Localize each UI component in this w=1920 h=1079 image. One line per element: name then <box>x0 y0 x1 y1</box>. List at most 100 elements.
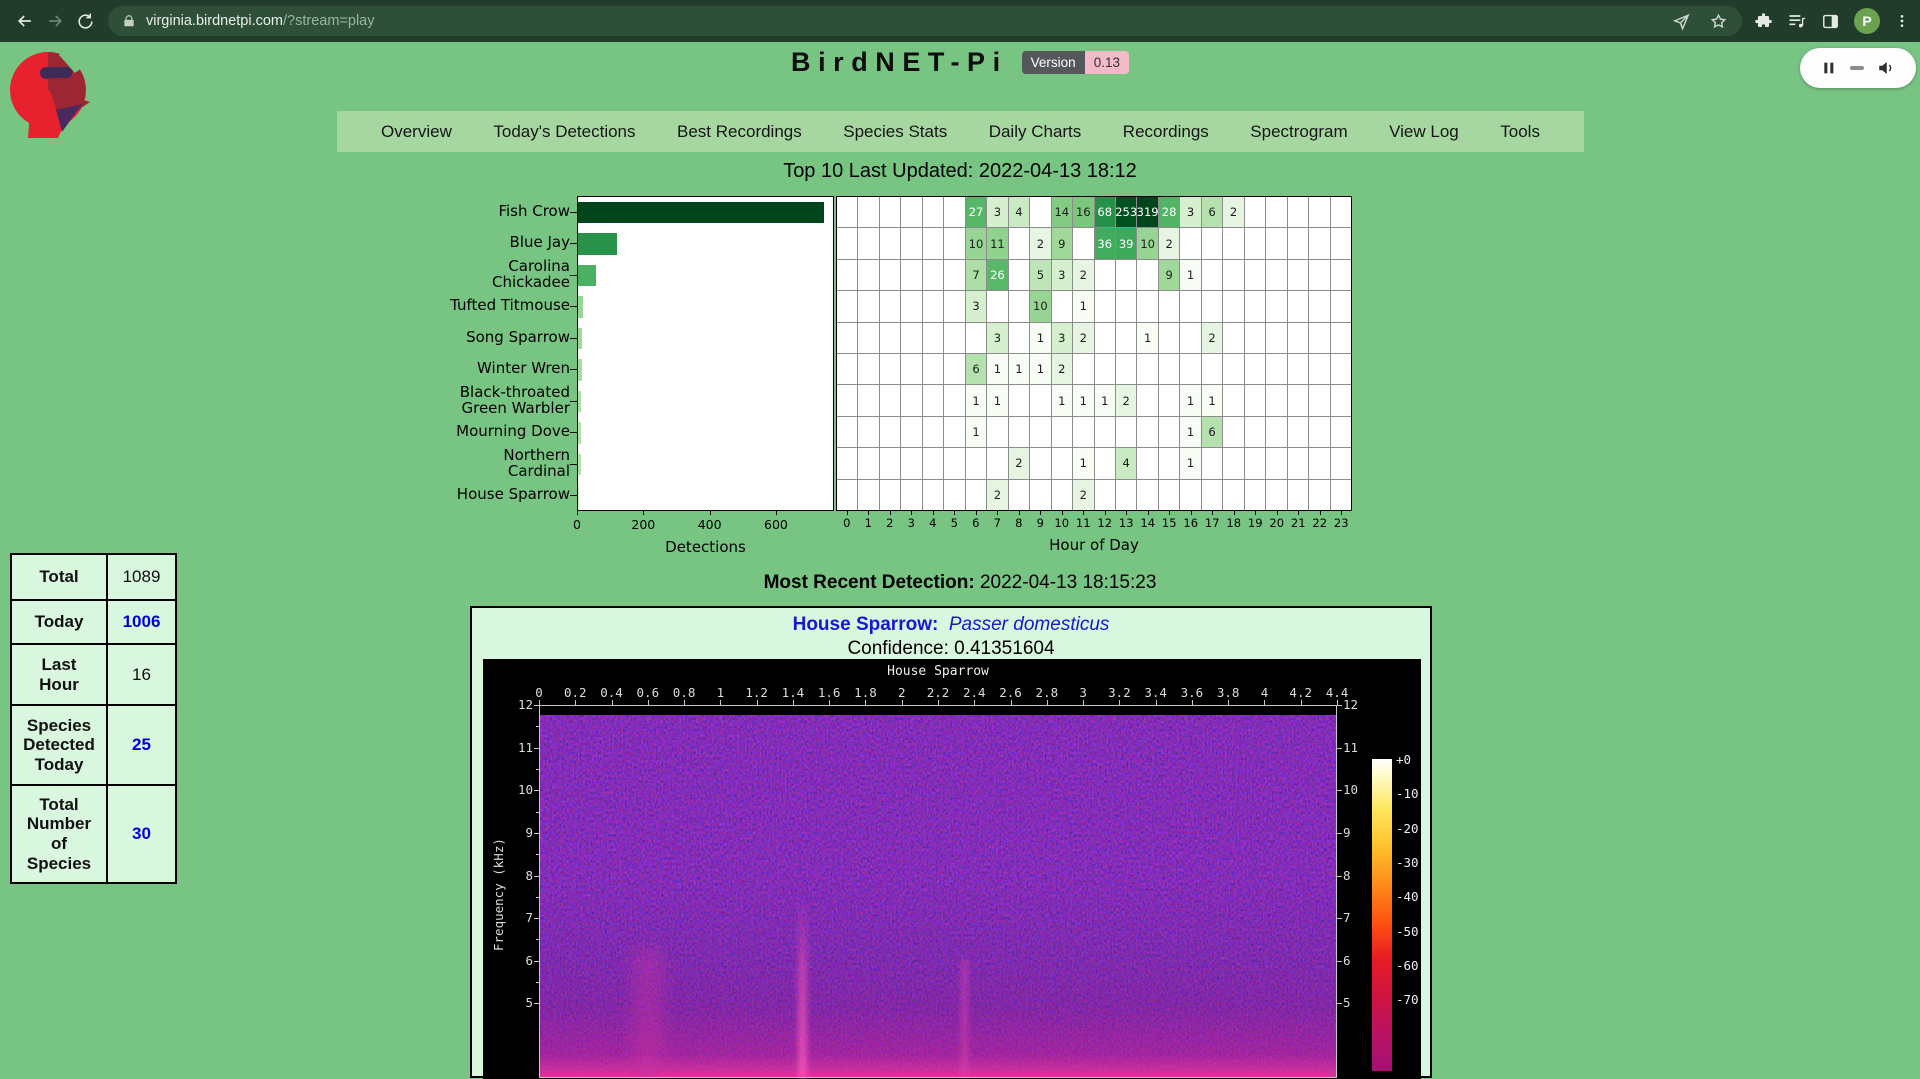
bar <box>578 422 581 444</box>
nav-item-overview[interactable]: Overview <box>381 122 452 142</box>
heatmap-cell: 10 <box>1137 228 1157 258</box>
heatmap-cell <box>1266 197 1286 227</box>
send-icon[interactable] <box>1672 12 1691 31</box>
heatmap-cell: 1 <box>1137 323 1157 353</box>
back-button[interactable] <box>10 6 40 36</box>
spec-minor-tick <box>536 726 539 727</box>
extensions-icon[interactable] <box>1754 12 1773 31</box>
stats-value[interactable]: 25 <box>107 705 176 785</box>
hour-tick <box>1277 511 1278 515</box>
hour-tick <box>847 511 848 515</box>
heatmap-cell <box>1116 417 1136 447</box>
spec-xtick-label: 3.4 <box>1144 685 1167 700</box>
detection-scientific-name[interactable]: Passer domesticus <box>949 614 1110 635</box>
heatmap-cell <box>1331 417 1351 447</box>
heatmap-cell <box>1095 448 1115 478</box>
nav-item-best-recordings[interactable]: Best Recordings <box>677 122 802 142</box>
stats-value[interactable]: 30 <box>107 785 176 883</box>
spec-xtick <box>1047 700 1048 705</box>
hour-tick <box>1083 511 1084 515</box>
heatmap-cell <box>944 228 964 258</box>
heatmap-cell: 3 <box>987 197 1007 227</box>
heatmap-cell <box>1223 260 1243 290</box>
spec-ytick <box>534 876 539 877</box>
spec-ytick <box>1337 918 1342 919</box>
top10-heading: Top 10 Last Updated: 2022-04-13 18:12 <box>0 160 1920 183</box>
heatmap-cell <box>837 260 857 290</box>
spec-xtick-label: 1.2 <box>745 685 768 700</box>
heatmap-cell <box>1266 260 1286 290</box>
heatmap-cell <box>1030 417 1050 447</box>
side-panel-icon[interactable] <box>1821 12 1840 31</box>
menu-kebab-icon[interactable] <box>1894 12 1910 30</box>
nav-item-daily-charts[interactable]: Daily Charts <box>989 122 1082 142</box>
nav-item-today-s-detections[interactable]: Today's Detections <box>493 122 635 142</box>
heatmap-cell: 1 <box>1030 354 1050 384</box>
bar-category-label: Tufted Titmouse <box>410 291 570 323</box>
y-axis-tick <box>570 401 577 402</box>
forward-arrow-icon <box>45 11 65 31</box>
heatmap-cell <box>944 417 964 447</box>
bar-category-label: Carolina Chickadee <box>410 259 570 291</box>
bar <box>578 202 824 224</box>
heatmap-cell <box>1116 323 1136 353</box>
hour-tick <box>1341 511 1342 515</box>
spec-ytick-label-right: 5 <box>1343 995 1351 1010</box>
heatmap-cell <box>923 480 943 510</box>
heatmap-cell: 2 <box>987 480 1007 510</box>
forward-button[interactable] <box>40 6 70 36</box>
hour-tick-label: 7 <box>994 516 1001 530</box>
nav-item-view-log[interactable]: View Log <box>1389 122 1459 142</box>
hour-tick-label: 23 <box>1334 516 1349 530</box>
bar-category-label: Song Sparrow <box>410 322 570 354</box>
heatmap-cell: 253 <box>1116 197 1136 227</box>
bar <box>578 485 579 507</box>
nav-item-recordings[interactable]: Recordings <box>1123 122 1209 142</box>
hour-tick-label: 10 <box>1054 516 1069 530</box>
heatmap-cell <box>1180 480 1200 510</box>
spec-ytick <box>534 961 539 962</box>
heatmap-xaxis-title: Hour of Day <box>1049 536 1139 554</box>
heatmap-cell <box>880 291 900 321</box>
bar <box>578 391 581 413</box>
heatmap-cell <box>1331 480 1351 510</box>
heatmap-cell <box>1309 354 1329 384</box>
spec-xtick <box>793 700 794 705</box>
heatmap-cell <box>923 291 943 321</box>
hour-tick-label: 8 <box>1015 516 1022 530</box>
stats-table: Total1089Today1006Last Hour16Species Det… <box>10 553 177 884</box>
reload-button[interactable] <box>70 6 100 36</box>
reload-icon <box>76 12 95 31</box>
heatmap-cell <box>1223 417 1243 447</box>
detection-common-name[interactable]: House Sparrow: <box>793 614 939 635</box>
heatmap-cell <box>1309 323 1329 353</box>
heatmap-cell <box>1137 448 1157 478</box>
x-axis-tick-label: 0 <box>573 517 581 532</box>
heatmap-cell: 7 <box>966 260 986 290</box>
hour-tick-label: 19 <box>1248 516 1263 530</box>
hour-tick-label: 1 <box>865 516 872 530</box>
heatmap-cell <box>1052 417 1072 447</box>
most-recent-label: Most Recent Detection: <box>764 572 975 593</box>
url-path: /?stream=play <box>283 13 374 29</box>
profile-avatar[interactable]: P <box>1854 8 1880 34</box>
colorbar-tick-label: -70 <box>1396 992 1419 1007</box>
spec-ytick-label-right: 11 <box>1343 740 1358 755</box>
bar-category-label: Fish Crow <box>410 196 570 228</box>
stats-value[interactable]: 1006 <box>107 600 176 644</box>
spec-ytick-label-right: 6 <box>1343 953 1351 968</box>
media-controls-icon[interactable] <box>1787 11 1807 31</box>
address-bar[interactable]: virginia.birdnetpi.com/?stream=play <box>108 6 1742 36</box>
nav-item-spectrogram[interactable]: Spectrogram <box>1250 122 1347 142</box>
nav-item-species-stats[interactable]: Species Stats <box>843 122 947 142</box>
heatmap-cell: 3 <box>1052 323 1072 353</box>
heatmap-cell <box>901 417 921 447</box>
bookmark-star-icon[interactable] <box>1709 12 1728 31</box>
heatmap-cell <box>1309 417 1329 447</box>
heatmap-cell <box>1309 291 1329 321</box>
spec-ytick <box>534 1003 539 1004</box>
confidence-label: Confidence: <box>847 638 948 659</box>
heatmap-cell <box>1288 323 1308 353</box>
heatmap-cell <box>923 354 943 384</box>
nav-item-tools[interactable]: Tools <box>1500 122 1540 142</box>
